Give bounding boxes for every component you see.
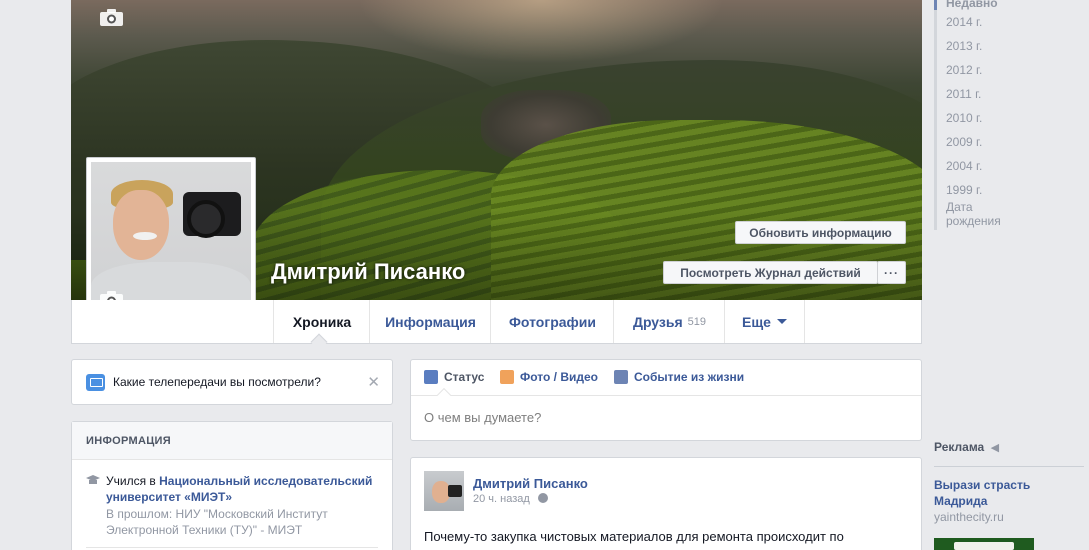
friends-count: 519 <box>687 315 707 328</box>
composer-tab-label: Фото / Видео <box>520 370 598 384</box>
info-card: ИНФОРМАЦИЯ Учился в Национальный исследо… <box>71 421 393 550</box>
post-author[interactable]: Дмитрий Писанко <box>473 476 588 491</box>
photo-icon <box>500 370 514 384</box>
composer-tab-label: Статус <box>444 370 485 384</box>
composer-tab-label: Событие из жизни <box>634 370 745 384</box>
year-item[interactable]: 2004 г. <box>937 154 1024 178</box>
post-timestamp[interactable]: 20 ч. назад <box>473 493 548 505</box>
avatar[interactable] <box>424 471 464 511</box>
timeline-post: Дмитрий Писанко 20 ч. назад Почему-то за… <box>410 457 922 550</box>
ad-image[interactable] <box>934 538 1034 550</box>
education-previous: В прошлом: НИУ "Московский Институт Элек… <box>106 507 328 537</box>
post-text: Почему-то закупка чистовых материалов дл… <box>424 529 844 544</box>
chevron-down-icon <box>776 319 787 324</box>
composer-tab-status[interactable]: Статус <box>424 370 484 384</box>
profile-name[interactable]: Дмитрий Писанко <box>271 259 465 285</box>
photo-face <box>113 190 169 260</box>
active-tab-indicator <box>436 387 452 403</box>
tab-photos[interactable]: Фотографии <box>490 300 614 343</box>
composer-tab-photo[interactable]: Фото / Видео <box>500 370 598 384</box>
more-options-button[interactable]: ··· <box>877 261 906 284</box>
flag-icon <box>614 370 628 384</box>
divider <box>86 547 378 548</box>
composer-tab-life-event[interactable]: Событие из жизни <box>614 370 744 384</box>
year-item-birth[interactable]: Дата рождения <box>937 200 1024 228</box>
composer-tabs: Статус Фото / Видео Событие из жизни <box>411 360 921 403</box>
post-time-text: 20 ч. назад <box>473 493 530 505</box>
profile-nav: Хроника Информация Фотографии Друзья 519… <box>71 300 922 351</box>
post-composer: Статус Фото / Видео Событие из жизни О ч… <box>410 359 922 441</box>
year-item[interactable]: 2013 г. <box>937 34 1024 58</box>
year-item[interactable]: 2012 г. <box>937 58 1024 82</box>
year-item[interactable]: 2014 г. <box>937 10 1024 34</box>
info-heading: ИНФОРМАЦИЯ <box>72 422 392 460</box>
megaphone-icon: ◀ <box>990 442 1000 454</box>
tab-label: Фотографии <box>508 313 596 330</box>
education-entry: Учился в Национальный исследовательский … <box>106 473 386 505</box>
year-item[interactable]: 2009 г. <box>937 130 1024 154</box>
close-icon[interactable]: ✕ <box>367 373 380 391</box>
tv-prompt-text[interactable]: Какие телепередачи вы посмотрели? <box>113 375 321 389</box>
pencil-icon <box>424 370 438 384</box>
update-info-button[interactable]: Обновить информацию <box>735 221 906 244</box>
education-prefix: Учился в <box>106 474 160 488</box>
timeline-year-nav: Недавно 2014 г. 2013 г. 2012 г. 2011 г. … <box>934 0 1024 230</box>
year-item[interactable]: 1999 г. <box>937 178 1024 202</box>
tab-more[interactable]: Еще <box>724 300 805 343</box>
tab-friends[interactable]: Друзья 519 <box>613 300 725 343</box>
photo-lens <box>187 200 225 238</box>
globe-icon[interactable] <box>537 493 548 503</box>
tab-about[interactable]: Информация <box>369 300 491 343</box>
tab-label: Еще <box>742 313 771 330</box>
year-item-recent[interactable]: Недавно <box>934 0 1024 10</box>
ads-heading: Реклама ◀ <box>934 440 1084 467</box>
activity-log-button[interactable]: Посмотреть Журнал действий <box>663 261 878 284</box>
tab-label: Информация <box>385 313 476 330</box>
avatar-camera <box>448 485 462 497</box>
year-item[interactable]: 2011 г. <box>937 82 1024 106</box>
tv-prompt-card[interactable]: Какие телепередачи вы посмотрели? ✕ <box>71 359 393 405</box>
status-input[interactable]: О чем вы думаете? <box>424 410 541 425</box>
ad-url[interactable]: yainthecity.ru <box>934 510 1004 524</box>
ad-title[interactable]: Вырази страсть Мадрида <box>934 477 1054 509</box>
ads-heading-text: Реклама <box>934 440 985 454</box>
year-item[interactable]: 2010 г. <box>937 106 1024 130</box>
tab-label: Хроника <box>292 313 352 330</box>
tv-icon <box>86 374 105 391</box>
camera-icon[interactable] <box>99 8 124 27</box>
graduation-cap-icon <box>86 475 100 484</box>
tab-label: Друзья <box>632 313 683 330</box>
photo-mustache <box>133 232 157 240</box>
